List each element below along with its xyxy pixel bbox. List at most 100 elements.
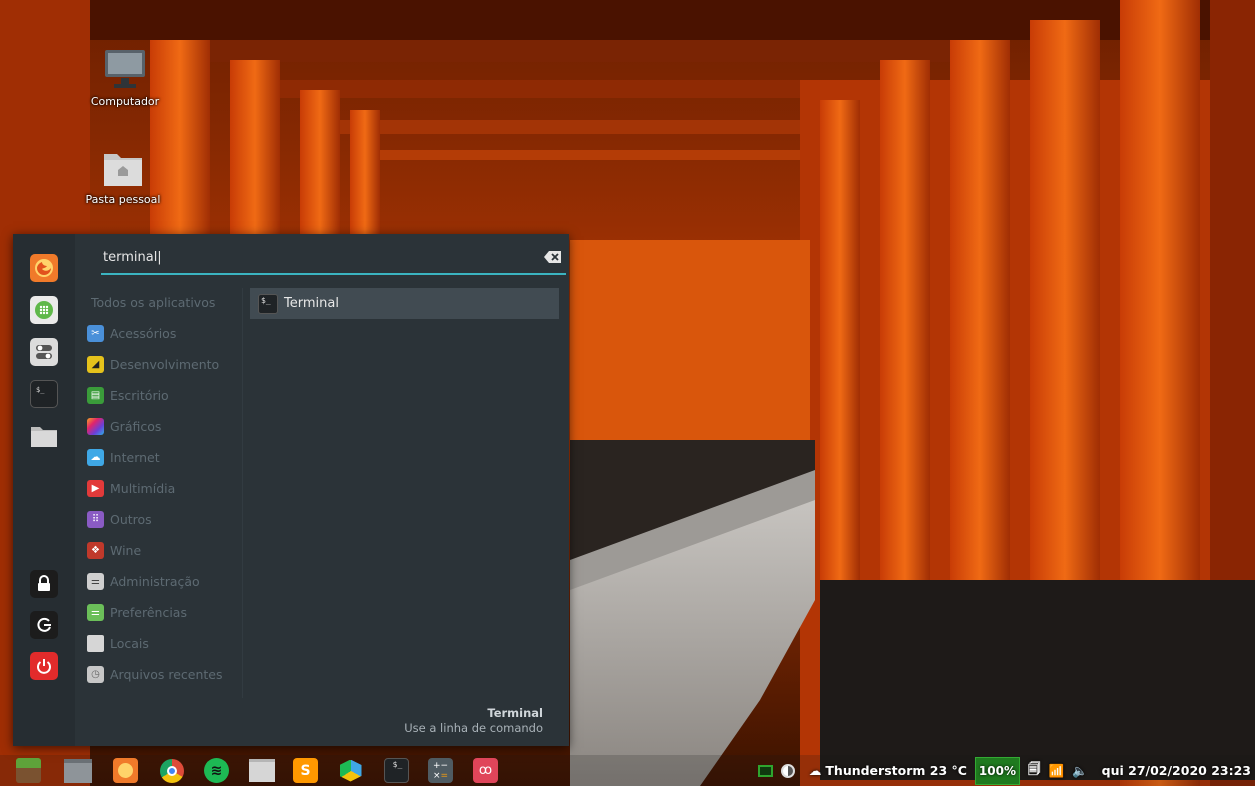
- search-input[interactable]: [101, 242, 523, 272]
- category-label: Multimídia: [110, 480, 176, 496]
- brightness-icon[interactable]: [780, 763, 795, 778]
- category-label: Todos os aplicativos: [91, 294, 216, 310]
- application-menu: $_ Todos os aplicativos ✂ Acessórios ◢ Des…: [13, 234, 569, 746]
- category-multimedia[interactable]: ▶ Multimídia: [85, 476, 241, 500]
- favorite-settings[interactable]: [30, 338, 58, 366]
- terminal-icon: $_: [392, 760, 403, 769]
- terminal-icon: $_: [36, 386, 45, 394]
- taskbar-package[interactable]: [338, 758, 363, 783]
- category-all[interactable]: Todos os aplicativos: [85, 290, 241, 314]
- monitor-icon: [105, 50, 145, 88]
- category-graphics[interactable]: Gráficos: [85, 414, 241, 438]
- desktop-icon-label: Pasta pessoal: [85, 193, 161, 206]
- category-others[interactable]: ⠿ Outros: [85, 507, 241, 531]
- recent-icon: ◷: [87, 665, 104, 683]
- category-recent[interactable]: ◷ Arquivos recentes: [85, 662, 241, 686]
- category-accessories[interactable]: ✂ Acessórios: [85, 321, 241, 345]
- office-icon: ▤: [87, 386, 104, 404]
- chrome-icon: [159, 758, 184, 783]
- weather-icon: ☁: [808, 763, 822, 778]
- clipboard-icon[interactable]: 🗐: [1028, 760, 1041, 781]
- minecraft-icon: [16, 758, 41, 783]
- taskbar-sublime[interactable]: S: [293, 758, 318, 783]
- taskbar-terminal[interactable]: $_: [384, 758, 409, 783]
- category-label: Locais: [110, 635, 149, 651]
- desktop-icon-home-folder[interactable]: Pasta pessoal: [78, 148, 168, 207]
- category-label: Gráficos: [110, 418, 162, 434]
- taskbar-files[interactable]: [248, 758, 276, 783]
- glasses-icon: ꝏ: [478, 763, 493, 778]
- category-office[interactable]: ▤ Escritório: [85, 383, 241, 407]
- category-label: Outros: [110, 511, 152, 527]
- category-label: Desenvolvimento: [110, 356, 220, 372]
- lock-icon: [38, 575, 50, 591]
- category-places[interactable]: Locais: [85, 631, 241, 655]
- taskbar-minecraft[interactable]: [16, 758, 41, 783]
- clear-search-icon[interactable]: [544, 250, 562, 264]
- category-development[interactable]: ◢ Desenvolvimento: [85, 352, 241, 376]
- logout-icon: [37, 617, 51, 632]
- search-result-terminal[interactable]: $_ Terminal: [250, 288, 559, 319]
- favorite-firefox[interactable]: [30, 254, 58, 282]
- window-icon: [64, 758, 92, 783]
- weather-label[interactable]: Thunderstorm 23 °C: [825, 763, 967, 778]
- toggle-icon: [36, 345, 52, 359]
- taskbar-reader[interactable]: ꝏ: [473, 758, 498, 783]
- category-administration[interactable]: ⚌ Administração: [85, 569, 241, 593]
- spotify-icon: ≋: [210, 762, 223, 779]
- taskbar-firefox[interactable]: [113, 758, 138, 783]
- session-lock-button[interactable]: [30, 570, 58, 598]
- favorite-apps[interactable]: [30, 296, 58, 324]
- admin-icon: ⚌: [87, 572, 104, 590]
- desktop-icon-computer[interactable]: Computador: [80, 48, 170, 109]
- folder-icon: [249, 759, 275, 782]
- category-label: Internet: [110, 449, 160, 465]
- description-text: Use a linha de comando: [404, 721, 543, 735]
- category-label: Escritório: [110, 387, 169, 403]
- terminal-icon: $_: [258, 293, 278, 314]
- package-icon: [339, 759, 362, 782]
- taskbar-window[interactable]: [63, 758, 93, 783]
- wifi-icon[interactable]: 📶: [1049, 763, 1065, 779]
- category-label: Administração: [110, 573, 200, 589]
- search-box: [101, 242, 566, 275]
- accessories-icon: ✂: [87, 324, 104, 342]
- session-logout-button[interactable]: [30, 611, 58, 639]
- category-internet[interactable]: ☁ Internet: [85, 445, 241, 469]
- taskbar-chrome[interactable]: [159, 758, 184, 783]
- desktop-icon-label: Computador: [90, 95, 160, 108]
- calculator-icon: +− ×=: [432, 760, 449, 781]
- folder-icon: [31, 427, 57, 447]
- battery-indicator[interactable]: 100%: [974, 756, 1020, 785]
- category-list: Todos os aplicativos ✂ Acessórios ◢ Desenv…: [85, 288, 241, 694]
- power-icon: [37, 659, 51, 674]
- category-label: Preferências: [110, 604, 187, 620]
- favorite-terminal[interactable]: $_: [30, 380, 58, 408]
- sublime-icon: S: [300, 762, 311, 779]
- clock[interactable]: qui 27/02/2020 23:23: [1102, 763, 1251, 778]
- favorite-files[interactable]: [30, 422, 58, 450]
- session-shutdown-button[interactable]: [30, 652, 58, 680]
- category-divider: [242, 288, 243, 698]
- others-icon: ⠿: [87, 510, 104, 528]
- system-tray: ☁ Thunderstorm 23 °C 100% 🗐 📶 🔈 qui 27/0…: [750, 755, 1251, 786]
- screen-icon[interactable]: [757, 764, 773, 777]
- multimedia-icon: ▶: [87, 479, 104, 497]
- taskbar-calculator[interactable]: +− ×=: [428, 758, 453, 783]
- result-label: Terminal: [284, 296, 339, 311]
- graphics-icon: [87, 417, 104, 435]
- taskbar: ≋ S $_ +− ×= ꝏ ☁ Thunderstorm 23 °C 100% …: [0, 755, 1255, 786]
- favorites-sidebar: $_: [13, 234, 75, 746]
- taskbar-spotify[interactable]: ≋: [204, 758, 229, 783]
- category-preferences[interactable]: ⚌ Preferências: [85, 600, 241, 624]
- places-icon: [87, 634, 104, 652]
- firefox-icon: [35, 259, 53, 277]
- category-wine[interactable]: ❖ Wine: [85, 538, 241, 562]
- apps-icon: [35, 301, 53, 319]
- svg-text:$_: $_: [36, 386, 45, 394]
- volume-icon[interactable]: 🔈: [1072, 763, 1088, 779]
- preferences-icon: ⚌: [87, 603, 104, 621]
- wine-icon: ❖: [87, 541, 104, 559]
- description-title: Terminal: [487, 706, 543, 720]
- category-label: Acessórios: [110, 325, 177, 341]
